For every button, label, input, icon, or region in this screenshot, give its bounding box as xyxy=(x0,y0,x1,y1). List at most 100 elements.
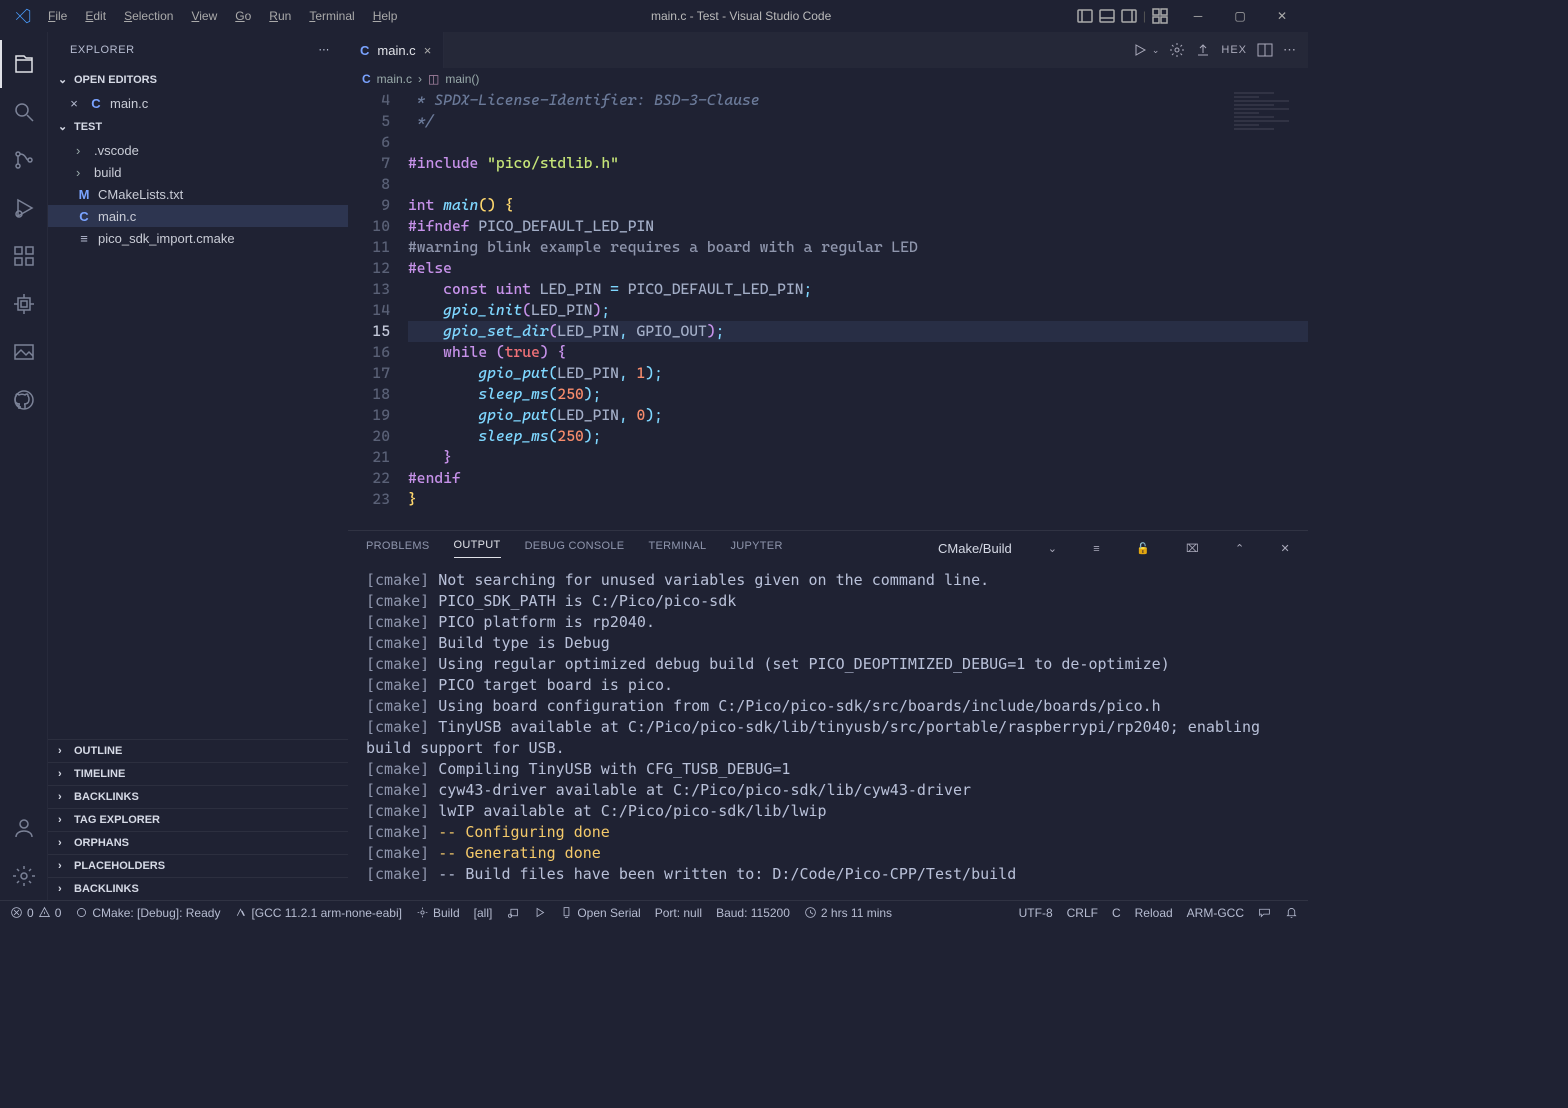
lock-icon[interactable]: 🔓 xyxy=(1136,542,1150,555)
reload-button[interactable]: Reload xyxy=(1135,906,1173,920)
chevron-down-icon[interactable]: ⌄ xyxy=(1048,542,1058,555)
panel-right-icon[interactable] xyxy=(1121,8,1137,24)
file-item[interactable]: ≡pico_sdk_import.cmake xyxy=(48,227,348,249)
menu-go[interactable]: Go xyxy=(227,5,259,27)
sdk-status[interactable]: ARM-GCC xyxy=(1187,906,1244,920)
split-icon[interactable] xyxy=(1257,42,1273,58)
section-orphans[interactable]: ›ORPHANS xyxy=(48,831,348,854)
gear-icon[interactable] xyxy=(1169,42,1185,58)
sidebar-more-icon[interactable]: ⋯ xyxy=(318,43,330,56)
time-status[interactable]: 2 hrs 11 mins xyxy=(804,906,892,920)
port-status[interactable]: Port: null xyxy=(655,906,702,920)
customize-layout-icon[interactable] xyxy=(1152,8,1168,24)
file-item[interactable]: Cmain.c xyxy=(48,205,348,227)
target-status[interactable]: [all] xyxy=(474,906,493,920)
open-editor-item[interactable]: × C main.c xyxy=(48,92,348,114)
menu-view[interactable]: View xyxy=(183,5,225,27)
menu-selection[interactable]: Selection xyxy=(116,5,181,27)
workspace-section[interactable]: ⌄ TEST xyxy=(48,114,348,139)
run-icon[interactable] xyxy=(1132,42,1148,58)
debug-launch[interactable] xyxy=(506,906,519,919)
list-icon[interactable]: ≡ xyxy=(1093,543,1100,555)
debug-tab[interactable] xyxy=(0,184,48,232)
upload-icon[interactable] xyxy=(1195,42,1211,58)
section-backlinks[interactable]: ›BACKLINKS xyxy=(48,785,348,808)
folder-item[interactable]: ›.vscode xyxy=(48,139,348,161)
encoding-status[interactable]: UTF-8 xyxy=(1019,906,1053,920)
run-dropdown-icon[interactable]: ⌄ xyxy=(1152,45,1160,56)
panel-tab-jupyter[interactable]: JUPYTER xyxy=(730,540,782,558)
panel: PROBLEMS OUTPUT DEBUG CONSOLE TERMINAL JUPYT… xyxy=(348,530,1308,900)
search-tab[interactable] xyxy=(0,88,48,136)
breadcrumb[interactable]: C main.c › ◫ main() xyxy=(348,68,1308,90)
maximize-button[interactable]: ▢ xyxy=(1220,1,1260,31)
breadcrumb-symbol[interactable]: main() xyxy=(445,72,479,86)
account-icon[interactable] xyxy=(0,804,48,852)
baud-status[interactable]: Baud: 115200 xyxy=(716,906,790,920)
eol-status[interactable]: CRLF xyxy=(1067,906,1098,920)
file-icon: ≡ xyxy=(76,231,92,246)
panel-tab-problems[interactable]: PROBLEMS xyxy=(366,540,430,558)
panel-tabs: PROBLEMS OUTPUT DEBUG CONSOLE TERMINAL JUPYT… xyxy=(348,531,1308,566)
c-file-icon: C xyxy=(360,43,369,58)
tab-label: main.c xyxy=(377,43,415,58)
tab-main-c[interactable]: C main.c × xyxy=(348,32,444,68)
cpu-icon[interactable] xyxy=(0,280,48,328)
menu-help[interactable]: Help xyxy=(365,5,406,27)
section-tag-explorer[interactable]: ›TAG EXPLORER xyxy=(48,808,348,831)
build-button[interactable]: Build xyxy=(416,906,460,920)
chevron-right-icon: › xyxy=(58,814,70,826)
menu-terminal[interactable]: Terminal xyxy=(301,5,362,27)
section-outline[interactable]: ›OUTLINE xyxy=(48,739,348,762)
explorer-label: EXPLORER xyxy=(70,44,135,56)
chevron-right-icon: › xyxy=(58,860,70,872)
cmake-status[interactable]: CMake: [Debug]: Ready xyxy=(75,906,220,920)
close-icon[interactable]: × xyxy=(424,43,432,58)
problems-status[interactable]: 0 0 xyxy=(10,906,61,920)
more-icon[interactable]: ⋯ xyxy=(1283,42,1296,58)
section-backlinks[interactable]: ›BACKLINKS xyxy=(48,877,348,900)
feedback-icon[interactable] xyxy=(1258,906,1271,919)
code-editor[interactable]: 4567891011121314151617181920212223 * SPD… xyxy=(348,90,1308,530)
panel-tab-terminal[interactable]: TERMINAL xyxy=(648,540,706,558)
close-icon[interactable]: × xyxy=(66,96,82,111)
chevron-up-icon[interactable]: ⌃ xyxy=(1235,542,1245,555)
menu-run[interactable]: Run xyxy=(261,5,299,27)
scm-tab[interactable] xyxy=(0,136,48,184)
lang-status[interactable]: C xyxy=(1112,906,1121,920)
panel-bottom-icon[interactable] xyxy=(1099,8,1115,24)
github-icon[interactable] xyxy=(0,376,48,424)
editor-tabs: C main.c × ⌄ HEX ⋯ xyxy=(348,32,1308,68)
folder-item[interactable]: ›build xyxy=(48,161,348,183)
chevron-right-icon: › xyxy=(58,883,70,895)
kit-status[interactable]: [GCC 11.2.1 arm-none-eabi] xyxy=(234,906,402,920)
explorer-tab[interactable] xyxy=(0,40,48,88)
chevron-right-icon: › xyxy=(58,837,70,849)
bell-icon[interactable] xyxy=(1285,906,1298,919)
panel-tab-output[interactable]: OUTPUT xyxy=(454,539,501,558)
chevron-down-icon: ⌄ xyxy=(58,73,70,86)
close-icon[interactable]: ✕ xyxy=(1280,542,1290,555)
menu-edit[interactable]: Edit xyxy=(77,5,114,27)
minimize-button[interactable]: ─ xyxy=(1178,1,1218,31)
minimap[interactable] xyxy=(1228,90,1308,210)
section-placeholders[interactable]: ›PLACEHOLDERS xyxy=(48,854,348,877)
open-editors-section[interactable]: ⌄ OPEN EDITORS xyxy=(48,67,348,92)
output-body[interactable]: [cmake] Not searching for unused variabl… xyxy=(348,566,1308,900)
open-serial[interactable]: Open Serial xyxy=(560,906,640,920)
close-button[interactable]: ✕ xyxy=(1262,1,1302,31)
output-source-select[interactable]: CMake/Build xyxy=(938,541,1012,556)
panel-left-icon[interactable] xyxy=(1077,8,1093,24)
panel-tab-debug-console[interactable]: DEBUG CONSOLE xyxy=(525,540,625,558)
settings-icon[interactable] xyxy=(0,852,48,900)
breadcrumb-file[interactable]: main.c xyxy=(377,72,412,86)
section-timeline[interactable]: ›TIMELINE xyxy=(48,762,348,785)
menu-file[interactable]: File xyxy=(40,5,75,27)
clear-icon[interactable]: ⌧ xyxy=(1186,542,1199,555)
hex-button[interactable]: HEX xyxy=(1221,44,1247,56)
file-item[interactable]: MCMakeLists.txt xyxy=(48,183,348,205)
file-icon: C xyxy=(76,209,92,224)
image-icon[interactable] xyxy=(0,328,48,376)
extensions-tab[interactable] xyxy=(0,232,48,280)
run-launch[interactable] xyxy=(533,906,546,919)
